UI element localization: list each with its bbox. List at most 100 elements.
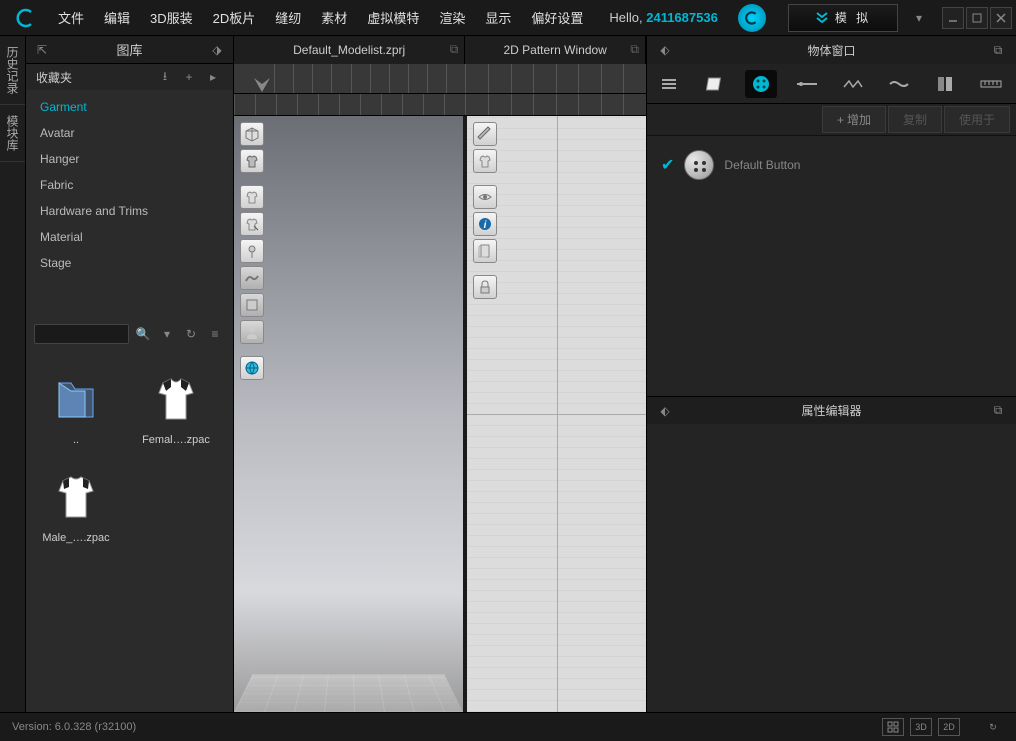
vp-avatar-icon[interactable] <box>240 320 264 344</box>
ruler-2d[interactable] <box>465 64 646 94</box>
menu-edit[interactable]: 编辑 <box>94 2 140 33</box>
menu-2d-pattern[interactable]: 2D板片 <box>203 2 266 33</box>
toolbar-ruler-top <box>234 64 646 94</box>
menu-avatar[interactable]: 虚拟模特 <box>357 2 429 33</box>
menu-3d-garment[interactable]: 3D服装 <box>140 2 203 33</box>
tree-hanger[interactable]: Hanger <box>26 146 233 172</box>
vp2d-lock-icon[interactable] <box>473 275 497 299</box>
favorites-label: 收藏夹 <box>36 69 72 86</box>
sb-grid-icon[interactable] <box>882 718 904 736</box>
thumb-male[interactable]: Male_….zpac <box>36 466 116 544</box>
list-view-icon[interactable]: ≡ <box>207 326 223 342</box>
app-logo[interactable] <box>12 4 40 32</box>
action-apply[interactable]: 使用于 <box>944 106 1010 133</box>
vp2d-info-icon[interactable]: i <box>473 212 497 236</box>
download-icon[interactable]: ⭳ <box>157 69 173 85</box>
user-id[interactable]: 2411687536 <box>646 10 718 25</box>
popout-icon[interactable]: ⧉ <box>630 42 639 57</box>
pin-icon[interactable]: ⬗ <box>209 42 225 58</box>
sb-3d-button[interactable]: 3D <box>910 718 932 736</box>
action-copy[interactable]: 复制 <box>888 106 942 133</box>
vp-garment-icon[interactable] <box>240 149 264 173</box>
vp-shirt-edit-icon[interactable] <box>240 212 264 236</box>
vp2d-eye-icon[interactable] <box>473 185 497 209</box>
obj-tab-texture[interactable] <box>929 70 961 98</box>
tree-garment[interactable]: Garment <box>26 94 233 120</box>
sync-icon[interactable] <box>738 4 766 32</box>
menu-sewing[interactable]: 缝纫 <box>265 2 311 33</box>
obj-tab-list[interactable] <box>653 70 685 98</box>
library-title: 图库 <box>52 40 207 59</box>
vp-shirt-grey-icon[interactable] <box>240 185 264 209</box>
menu-file[interactable]: 文件 <box>48 2 94 33</box>
ruler-2d-2[interactable] <box>465 94 646 116</box>
collapse-icon[interactable]: ⬖ <box>657 403 673 419</box>
viewport-2d[interactable]: i <box>467 116 646 712</box>
svg-text:i: i <box>484 220 487 231</box>
obj-tab-seam[interactable] <box>883 70 915 98</box>
obj-tab-measure[interactable] <box>975 70 1007 98</box>
vp-surface-icon[interactable] <box>240 266 264 290</box>
dropdown-icon[interactable]: ▾ <box>159 326 175 342</box>
simulate-button[interactable]: 模 拟 <box>788 4 898 32</box>
search-input[interactable] <box>34 324 129 344</box>
tree-avatar[interactable]: Avatar <box>26 120 233 146</box>
sb-2d-button[interactable]: 2D <box>938 718 960 736</box>
vp-box-icon[interactable] <box>240 122 264 146</box>
viewport-3d[interactable] <box>234 116 463 712</box>
rail-history[interactable]: 历史记录 <box>0 36 25 105</box>
refresh-icon[interactable]: ↻ <box>183 326 199 342</box>
ruler-3d[interactable] <box>234 64 465 94</box>
action-add[interactable]: +增加 <box>822 106 886 133</box>
popout-icon[interactable]: ⇱ <box>34 42 50 58</box>
hello-user: Hello, 2411687536 <box>609 10 717 25</box>
obj-tab-button[interactable] <box>745 70 777 98</box>
rail-modules[interactable]: 模块库 <box>0 105 25 162</box>
sb-refresh-icon[interactable]: ↻ <box>982 718 1004 736</box>
check-icon[interactable]: ✔ <box>661 155 674 175</box>
tree-fabric[interactable]: Fabric <box>26 172 233 198</box>
obj-tab-topstitch[interactable] <box>837 70 869 98</box>
maximize-button[interactable] <box>966 7 988 29</box>
thumb-up-folder[interactable]: .. <box>36 368 116 446</box>
collapse-icon[interactable]: ⬖ <box>657 42 673 58</box>
vp2d-shirt-icon[interactable] <box>473 149 497 173</box>
menu-display[interactable]: 显示 <box>475 2 521 33</box>
close-button[interactable] <box>990 7 1012 29</box>
dropdown-arrow-icon[interactable]: ▾ <box>910 11 928 25</box>
folder-icon <box>46 368 106 428</box>
vp-pin-icon[interactable] <box>240 239 264 263</box>
tab-3d-document[interactable]: Default_Modelist.zprj ⧉ <box>234 36 465 64</box>
vp2d-pen-icon[interactable] <box>473 122 497 146</box>
menu-preferences[interactable]: 偏好设置 <box>521 2 593 33</box>
thumb-female[interactable]: Femal….zpac <box>136 368 216 446</box>
add-icon[interactable]: + <box>181 69 197 85</box>
popout-icon[interactable]: ⧉ <box>990 403 1006 419</box>
vp-mesh-icon[interactable] <box>240 293 264 317</box>
menu-render[interactable]: 渲染 <box>429 2 475 33</box>
vp-globe-icon[interactable] <box>240 356 264 380</box>
tshirt-icon <box>146 368 206 428</box>
object-actions: +增加 复制 使用于 <box>647 104 1016 136</box>
minimize-button[interactable] <box>942 7 964 29</box>
tree-stage[interactable]: Stage <box>26 250 233 276</box>
right-panel: ⬖ 物体窗口 ⧉ +增加 复制 使用于 ✔ Default Button <box>646 36 1016 712</box>
search-icon[interactable]: 🔍 <box>135 326 151 342</box>
favorites-header[interactable]: 收藏夹 ⭳ + ▸ <box>26 64 233 90</box>
tree-hardware[interactable]: Hardware and Trims <box>26 198 233 224</box>
obj-tab-fabric[interactable] <box>699 70 731 98</box>
vp2d-page-icon[interactable] <box>473 239 497 263</box>
simulate-label: 模 拟 <box>835 9 871 26</box>
obj-tab-stitch[interactable] <box>791 70 823 98</box>
thumb-label: Male_….zpac <box>42 532 109 544</box>
popout-icon[interactable]: ⧉ <box>990 42 1006 58</box>
tree-material[interactable]: Material <box>26 224 233 250</box>
expand-icon[interactable]: ▸ <box>205 69 221 85</box>
object-row-default-button[interactable]: ✔ Default Button <box>657 146 1006 184</box>
menu-materials[interactable]: 素材 <box>311 2 357 33</box>
popout-icon[interactable]: ⧉ <box>450 42 459 57</box>
tab-2d-pattern[interactable]: 2D Pattern Window ⧉ <box>465 36 646 64</box>
library-header: ⇱ 图库 ⬗ <box>26 36 233 64</box>
property-editor-body <box>647 424 1016 712</box>
ruler-3d-2[interactable] <box>234 94 465 116</box>
